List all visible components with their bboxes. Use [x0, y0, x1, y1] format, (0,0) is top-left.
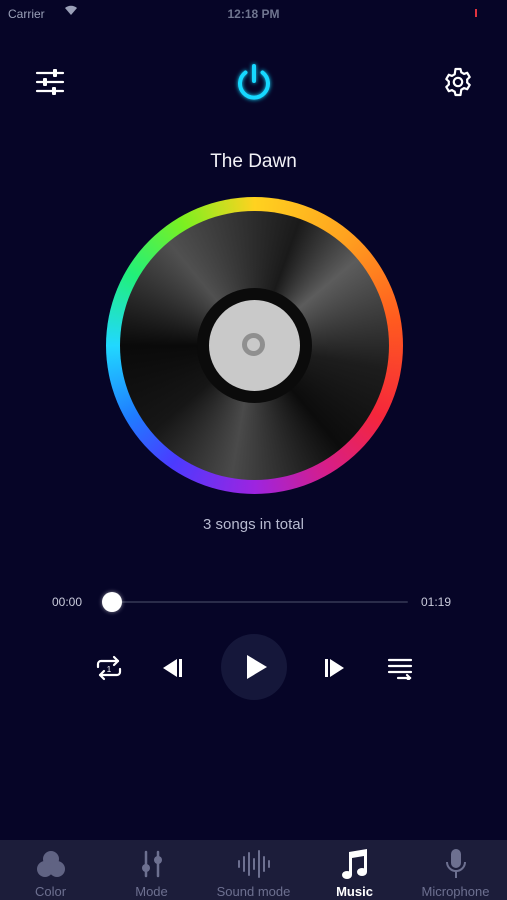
microphone-icon [405, 848, 506, 880]
previous-icon [163, 659, 182, 677]
svg-text:1: 1 [107, 665, 112, 674]
songs-count: 3 songs in total [203, 516, 304, 533]
repeat-button[interactable]: 1 [90, 650, 128, 686]
sliders-button[interactable] [30, 62, 70, 102]
tab-sound-mode[interactable]: Sound mode [203, 840, 304, 900]
sliders-icon [35, 69, 65, 95]
tab-microphone[interactable]: Microphone [405, 840, 506, 900]
tab-label: Mode [135, 884, 168, 899]
music-note-icon [304, 848, 405, 880]
tab-color[interactable]: Color [0, 840, 101, 900]
tab-label: Color [34, 884, 67, 899]
mode-sliders-icon [101, 848, 202, 880]
previous-button[interactable] [155, 652, 189, 684]
settings-button[interactable] [438, 62, 478, 102]
play-button[interactable] [221, 634, 287, 700]
playlist-button[interactable] [382, 652, 418, 684]
gear-icon [445, 67, 471, 97]
tab-music[interactable]: Music [304, 840, 405, 900]
power-button[interactable] [229, 58, 279, 108]
vinyl-disc [106, 197, 403, 494]
playlist-icon [387, 658, 413, 680]
color-circles-icon [0, 848, 101, 880]
elapsed-time: 00:00 [52, 595, 83, 609]
tab-mode[interactable]: Mode [101, 840, 202, 900]
tab-label: Sound mode [216, 884, 291, 899]
progress-track[interactable] [104, 601, 408, 603]
status-time: 12:18 PM [227, 7, 280, 21]
status-bar: Carrier 12:18 PM [0, 0, 507, 28]
sound-wave-icon [203, 848, 304, 880]
repeat-one-icon: 1 [96, 655, 122, 681]
battery-icon [475, 9, 477, 17]
tab-bar: Color Mode Sound mode Music Microphone [0, 840, 507, 900]
next-icon [325, 659, 344, 677]
song-title: The Dawn [210, 151, 297, 172]
spindle-hole [242, 333, 265, 356]
tab-label: Music [336, 884, 373, 899]
total-time: 01:19 [421, 595, 452, 609]
progress-thumb[interactable] [102, 592, 122, 612]
play-icon [247, 655, 267, 679]
next-button[interactable] [318, 652, 352, 684]
power-icon [238, 64, 270, 100]
tab-label: Microphone [421, 884, 490, 899]
